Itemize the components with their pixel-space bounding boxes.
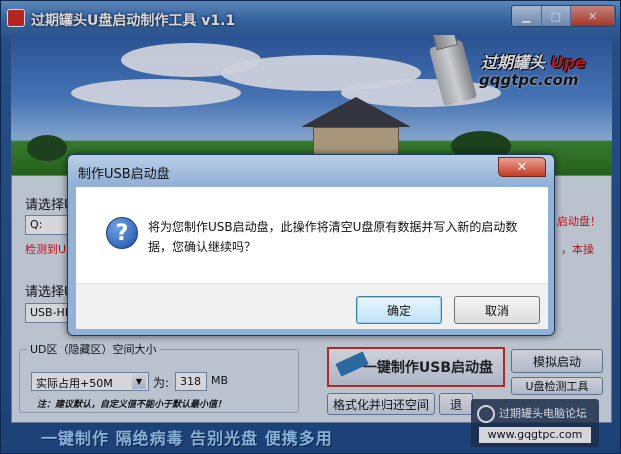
question-icon: ? [106, 217, 138, 249]
dialog-close-button[interactable]: ✕ [498, 157, 546, 177]
dialog-footer: 确定 取消 [76, 283, 548, 329]
confirm-dialog: 制作USB启动盘 ✕ ? 将为您制作USB启动盘，此操作将清空U盘原有数据并写入… [67, 154, 555, 336]
dialog-title: 制作USB启动盘 [78, 167, 170, 182]
ok-button[interactable]: 确定 [356, 296, 442, 324]
dialog-message: 将为您制作USB启动盘，此操作将清空U盘原有数据并写入新的启动数据，您确认继续吗… [148, 220, 518, 254]
dialog-body: ? 将为您制作USB启动盘，此操作将清空U盘原有数据并写入新的启动数据，您确认继… [76, 187, 548, 283]
cancel-button[interactable]: 取消 [454, 296, 540, 324]
